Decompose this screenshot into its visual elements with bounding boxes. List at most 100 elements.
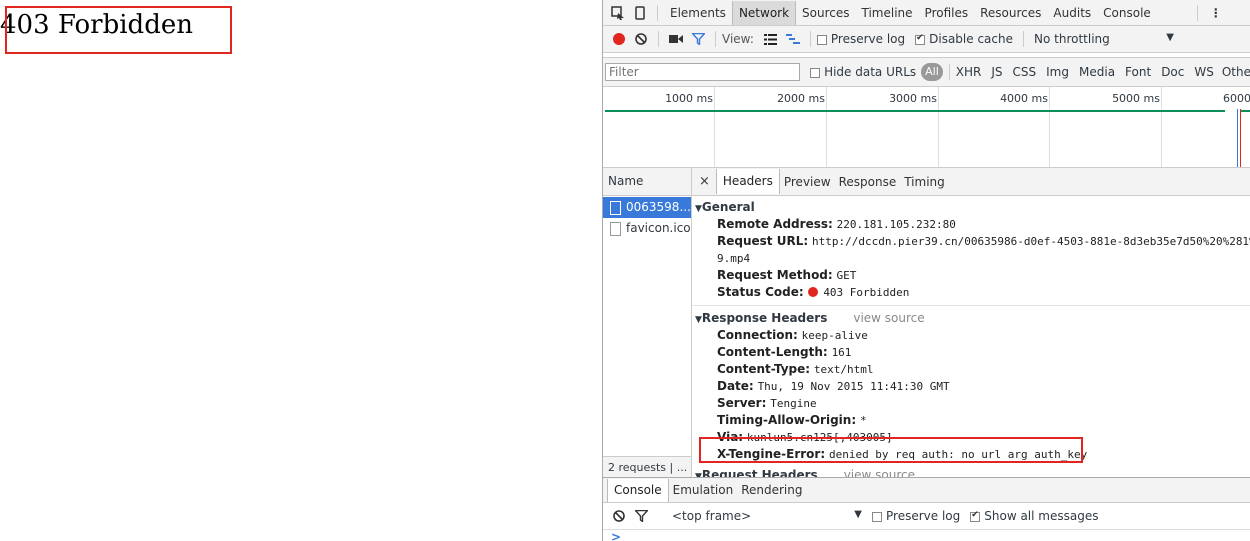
tab-console[interactable]: Console (1097, 1, 1157, 25)
device-mode-icon[interactable] (629, 2, 651, 24)
filter-img[interactable]: Img (1046, 65, 1069, 79)
preserve-log-label: Preserve log (830, 32, 906, 46)
request-row[interactable]: 0063598... (603, 197, 691, 218)
header-key: Request URL: (717, 234, 809, 248)
requests-summary: 2 requests | ... (603, 456, 691, 477)
timeline-tick-label: 3000 ms (889, 92, 937, 105)
general-section-header[interactable]: ▼General (692, 198, 1250, 216)
toolbar-divider (948, 64, 950, 80)
timeline-overview[interactable]: 1000 ms 2000 ms 3000 ms 4000 ms 5000 ms … (603, 87, 1250, 168)
header-key: Remote Address: (717, 217, 833, 231)
filter-all-button[interactable]: All (921, 63, 943, 81)
header-key: Content-Type: (717, 362, 811, 376)
hide-data-urls-label: Hide data URLs (824, 65, 917, 79)
inspect-element-icon[interactable] (607, 2, 629, 24)
tab-profiles[interactable]: Profiles (919, 1, 975, 25)
capture-screenshots-icon[interactable] (665, 28, 687, 50)
view-source-link[interactable]: view source (844, 468, 915, 477)
highlight-box-heading (5, 6, 232, 54)
close-detail-icon[interactable]: × (699, 174, 710, 189)
tab-response[interactable]: Response (835, 170, 901, 194)
header-key: Server: (717, 396, 767, 410)
filter-css[interactable]: CSS (1013, 65, 1037, 79)
header-row: Content-Type: text/html (692, 361, 1250, 378)
clear-icon[interactable] (630, 28, 652, 50)
request-name: 0063598... (626, 200, 691, 214)
name-column-header[interactable]: Name (603, 168, 691, 196)
tab-audits[interactable]: Audits (1047, 1, 1097, 25)
header-value: 9.mp4 (717, 252, 751, 265)
show-all-messages-checkbox[interactable]: Show all messages (970, 509, 1098, 523)
header-value: http://dccdn.pier39.cn/00635986-d0ef-450… (811, 235, 1250, 248)
throttling-value: No throttling (1034, 32, 1110, 46)
filter-other[interactable]: Othe (1222, 65, 1250, 79)
detail-tabbar: × Headers Preview Response Timing (692, 168, 1250, 196)
console-prompt[interactable]: > (603, 530, 1250, 541)
filter-js[interactable]: JS (991, 65, 1002, 79)
filter-icon[interactable] (687, 28, 709, 50)
view-source-link[interactable]: view source (853, 311, 924, 325)
header-row: Timing-Allow-Origin: * (692, 412, 1250, 429)
console-toolbar: <top frame> ▼ Preserve log Show all mess… (603, 503, 1250, 530)
drawer-tab-console[interactable]: Console (607, 478, 669, 502)
header-value: keep-alive (801, 329, 868, 342)
filter-media[interactable]: Media (1079, 65, 1115, 79)
tab-headers[interactable]: Headers (715, 169, 780, 194)
filter-font[interactable]: Font (1125, 65, 1151, 79)
hide-data-urls-checkbox[interactable]: Hide data URLs (810, 65, 916, 79)
clear-console-icon[interactable] (608, 505, 630, 527)
record-icon[interactable] (608, 28, 630, 50)
timeline-tick-label: 5000 ms (1112, 92, 1160, 105)
disable-cache-checkbox[interactable]: Disable cache (915, 32, 1013, 46)
header-value: text/html (813, 363, 874, 376)
tab-timeline[interactable]: Timeline (856, 1, 919, 25)
request-detail-panel: × Headers Preview Response Timing ▼Gener… (692, 168, 1250, 477)
general-title: General (701, 200, 755, 214)
drawer-tab-emulation[interactable]: Emulation (669, 478, 738, 502)
timeline-tick-label: 2000 ms (777, 92, 825, 105)
throttling-select[interactable]: No throttling ▼ (1034, 32, 1174, 46)
header-row: 9.mp4 (692, 250, 1250, 267)
filter-xhr[interactable]: XHR (956, 65, 982, 79)
toolbar-divider (1196, 4, 1198, 21)
header-row: Request Method: GET (692, 267, 1250, 284)
tab-resources[interactable]: Resources (974, 1, 1047, 25)
tab-sources[interactable]: Sources (796, 1, 855, 25)
tab-network[interactable]: Network (731, 0, 797, 25)
drawer-tabbar: Console Emulation Rendering (603, 478, 1250, 503)
timeline-load-marker (1237, 109, 1238, 167)
header-value: Tengine (770, 397, 817, 410)
header-key: Timing-Allow-Origin: (717, 413, 857, 427)
view-label: View: (722, 32, 754, 46)
console-preserve-log-checkbox[interactable]: Preserve log (872, 509, 960, 523)
large-rows-icon[interactable] (760, 28, 782, 50)
request-headers-section-header[interactable]: ▼Request Headers view source (692, 466, 1250, 477)
response-headers-section-header[interactable]: ▼Response Headers view source (692, 309, 1250, 327)
frame-select[interactable]: <top frame> ▼ (672, 509, 862, 523)
header-row: Remote Address: 220.181.105.232:80 (692, 216, 1250, 233)
more-options-icon[interactable]: ⋮ (1210, 6, 1222, 20)
devtools-panel: Elements Network Sources Timeline Profil… (602, 0, 1250, 541)
tab-preview[interactable]: Preview (780, 170, 835, 194)
header-value: Thu, 19 Nov 2015 11:41:30 GMT (757, 380, 950, 393)
tab-timing[interactable]: Timing (900, 170, 949, 194)
filter-doc[interactable]: Doc (1161, 65, 1184, 79)
disable-cache-label: Disable cache (929, 32, 1013, 46)
request-row[interactable]: favicon.ico (603, 218, 691, 239)
filter-bar: Hide data URLs All XHR JS CSS Img Media … (603, 57, 1250, 87)
request-list: Name 0063598... favicon.ico 2 requests |… (603, 168, 692, 477)
expand-triangle-icon: ▼ (695, 315, 702, 325)
waterfall-overview-icon[interactable] (782, 28, 804, 50)
preserve-log-checkbox[interactable]: Preserve log (816, 32, 906, 46)
tab-elements[interactable]: Elements (664, 1, 732, 25)
filter-input[interactable] (605, 63, 801, 81)
header-value: 220.181.105.232:80 (836, 218, 956, 231)
header-key: Connection: (717, 328, 798, 342)
filter-ws[interactable]: WS (1194, 65, 1213, 79)
header-value: 161 (831, 346, 852, 359)
drawer-tab-rendering[interactable]: Rendering (737, 478, 806, 502)
console-filter-icon[interactable] (630, 505, 652, 527)
header-value: * (859, 414, 867, 427)
toolbar-divider (658, 31, 659, 47)
header-row: Server: Tengine (692, 395, 1250, 412)
